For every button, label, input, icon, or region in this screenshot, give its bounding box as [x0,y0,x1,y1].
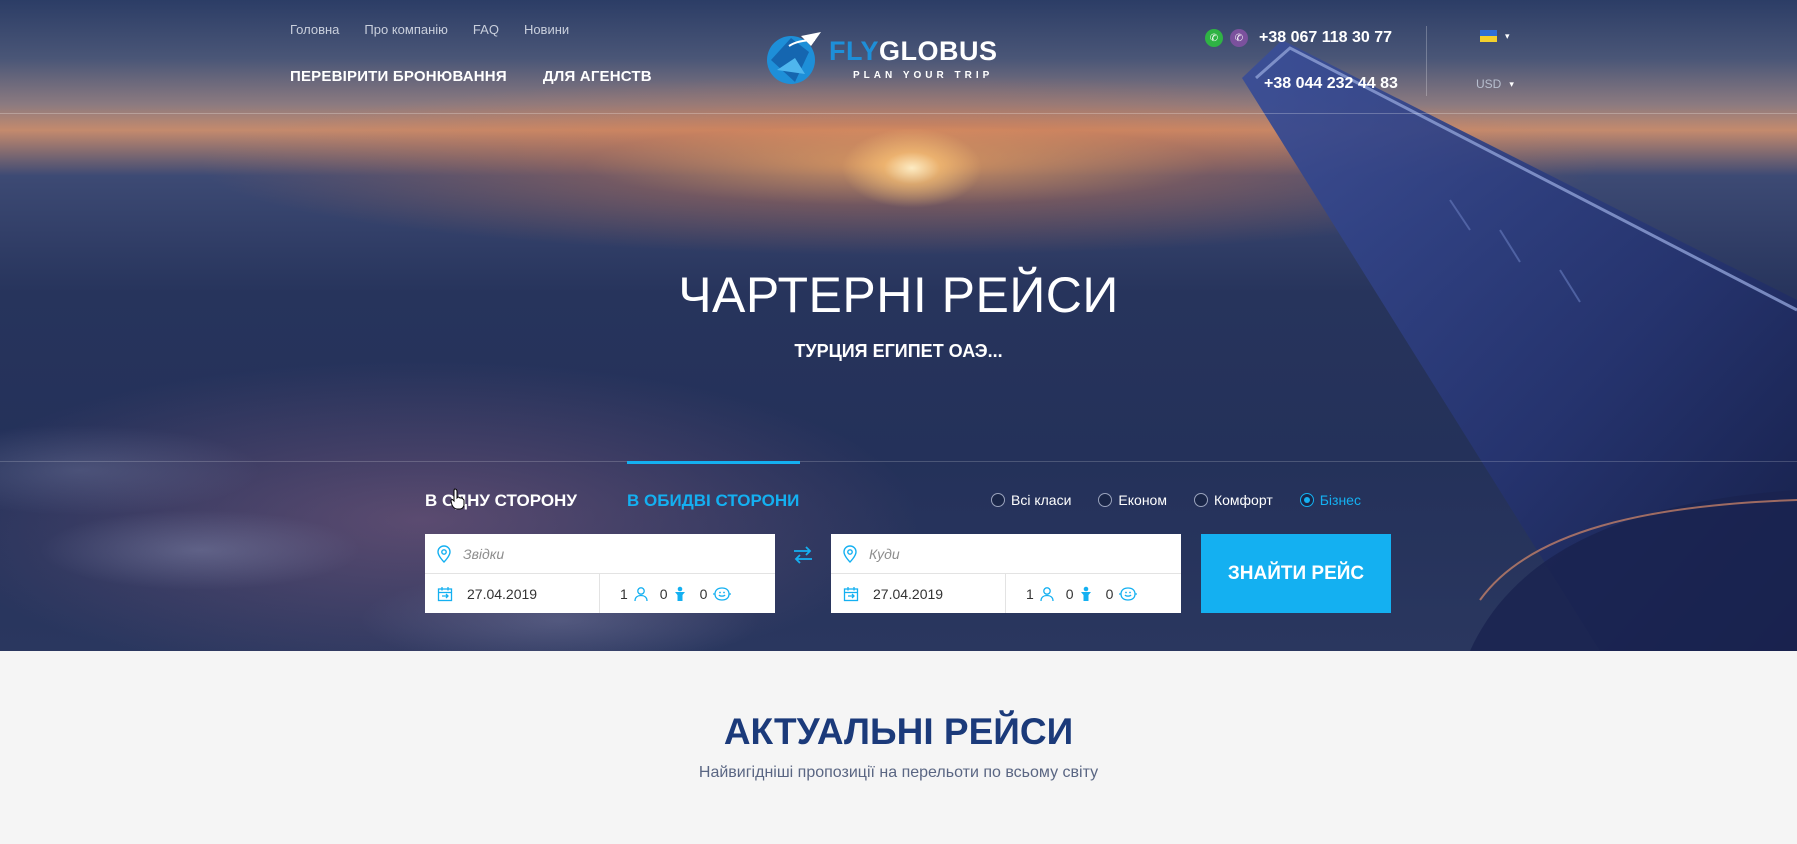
phone-row-secondary: +38 044 232 44 83 [1205,72,1398,96]
return-date-field[interactable]: 27.04.2019 [831,574,1006,613]
whatsapp-icon[interactable]: ✆ [1205,29,1223,47]
class-option-economy[interactable]: Економ [1098,492,1167,508]
class-label: Економ [1118,492,1167,508]
adult-icon [1040,586,1054,601]
passengers-field[interactable]: 1 0 0 [600,586,732,602]
children-count: 0 [1065,585,1074,602]
calendar-icon [437,586,453,601]
nav-link-check-booking[interactable]: ПЕРЕВІРИТИ БРОНЮВАННЯ [290,68,507,85]
phone-row-primary: ✆ ✆ +38 067 118 30 77 [1205,26,1398,50]
globe-plane-icon [767,32,821,84]
child-icon [1080,586,1091,601]
main-nav: ПЕРЕВІРИТИ БРОНЮВАННЯ ДЛЯ АГЕНСТВ [290,68,652,85]
class-label: Всі класи [1011,492,1072,508]
adult-icon [634,586,648,601]
class-label: Бізнес [1319,492,1361,508]
logo-tagline: PLAN YOUR TRIP [853,70,994,81]
chevron-down-icon: ▾ [1505,30,1510,41]
child-icon [674,586,685,601]
adults-count: 1 [620,585,628,602]
tab-one-way[interactable]: В ОДНУ СТОРОНУ [425,461,577,510]
destination-box: Куди 27.04.2019 1 0 0 [831,534,1181,613]
hero-section: Головна Про компанію FAQ Новини ПЕРЕВІРИ… [0,0,1797,651]
adults-count: 1 [1026,585,1034,602]
class-option-comfort[interactable]: Комфорт [1193,492,1273,508]
hand-cursor-icon [450,488,465,510]
infants-count: 0 [699,585,708,602]
destination-placeholder: Куди [869,545,900,562]
nav-link-home[interactable]: Головна [290,22,339,37]
return-date: 27.04.2019 [873,585,944,602]
infant-icon [1119,586,1138,601]
hero-title: ЧАРТЕРНІ РЕЙСИ [678,267,1119,323]
search-divider [0,461,1797,462]
departure-date: 27.04.2019 [467,585,538,602]
radio-button[interactable] [1193,493,1208,507]
tab-round-trip[interactable]: В ОБИДВІ СТОРОНИ [627,461,800,510]
search-flights-button[interactable]: ЗНАЙТИ РЕЙС [1201,534,1391,613]
nav-link-about[interactable]: Про компанію [364,22,448,37]
viber-icon[interactable]: ✆ [1230,29,1248,47]
logo-fly: FLY [829,36,880,66]
radio-button[interactable] [1098,493,1113,507]
phone-block: ✆ ✆ +38 067 118 30 77 +38 044 232 44 83 [1205,26,1398,96]
nav-link-news[interactable]: Новини [524,22,569,37]
hero-subtitle: ТУРЦИЯ ЕГИПЕТ ОАЭ... [794,341,1003,361]
logo-wordmark: FLYGLOBUS [829,36,998,67]
children-count: 0 [659,585,668,602]
infants-count: 0 [1105,585,1114,602]
ukraine-flag-icon [1480,30,1497,42]
passengers-field[interactable]: 1 0 0 [1006,586,1138,602]
origin-input[interactable]: Звідки [425,534,775,574]
radio-button-selected[interactable] [1299,493,1314,507]
class-selector: Всі класи Економ Комфорт Бізнес [991,492,1361,508]
origin-placeholder: Звідки [463,545,505,562]
flyglobus-logo[interactable]: FLYGLOBUS PLAN YOUR TRIP [765,30,1015,88]
class-option-all[interactable]: Всі класи [991,492,1071,508]
header-vertical-divider [1426,26,1427,96]
top-nav: Головна Про компанію FAQ Новини [290,22,569,37]
radio-button[interactable] [991,493,1005,507]
section-title: АКТУАЛЬНІ РЕЙСИ [723,711,1074,752]
phone-primary[interactable]: +38 067 118 30 77 [1259,29,1392,47]
class-option-business[interactable]: Бізнес [1299,492,1361,508]
nav-link-agencies[interactable]: ДЛЯ АГЕНСТВ [543,68,652,85]
location-pin-icon [843,544,857,563]
header-divider [0,113,1797,114]
chevron-down-icon: ▾ [1509,78,1514,89]
origin-box: Звідки 27.04.2019 1 0 0 [425,534,775,613]
location-pin-icon [437,544,451,563]
phone-secondary[interactable]: +38 044 232 44 83 [1264,75,1398,93]
destination-input[interactable]: Куди [831,534,1181,574]
nav-link-faq[interactable]: FAQ [473,22,499,37]
swap-directions-icon[interactable] [793,546,813,564]
class-label: Комфорт [1213,492,1273,508]
currency-value: USD [1476,77,1502,91]
calendar-icon [843,586,859,601]
infant-icon [713,586,732,601]
section-subtitle: Найвигідніші пропозиції на перельоти по … [698,764,1099,781]
language-selector[interactable]: ▾ [1480,30,1510,42]
currency-selector[interactable]: USD ▾ [1476,77,1514,91]
logo-globus: GLOBUS [879,36,998,66]
departure-date-field[interactable]: 27.04.2019 [425,574,600,613]
